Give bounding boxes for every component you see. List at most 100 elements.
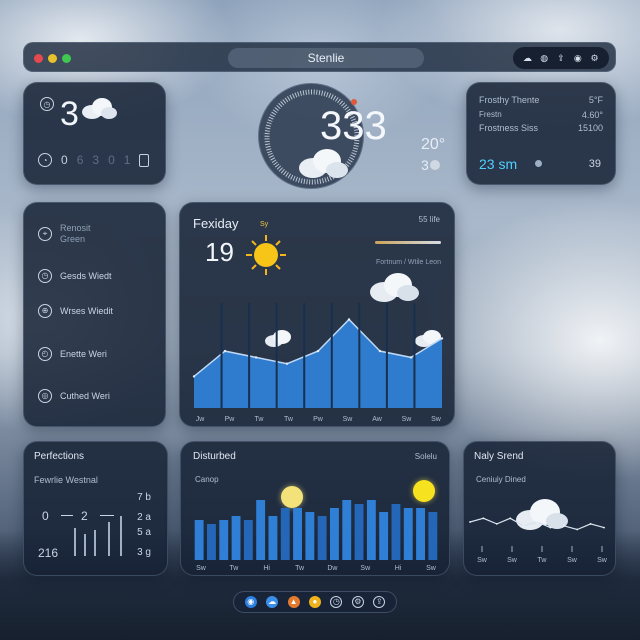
sun-icon (281, 486, 303, 508)
trend-x-label: Tw (538, 557, 548, 564)
forecast-x-label: Tw (255, 416, 265, 423)
cloud-icon (80, 95, 118, 121)
perf-bar (108, 522, 110, 556)
disturbed-bar (305, 512, 315, 560)
trend-point (495, 523, 498, 525)
perf-dash (100, 515, 114, 516)
stat-value-3: 15100 (577, 123, 603, 133)
perf-bar (74, 528, 76, 556)
sun-label: Sy (260, 221, 269, 228)
disturbed-x-label: Tw (229, 565, 239, 572)
globe-icon: ⊕ (38, 304, 52, 318)
sidebar-item-label: Renosit Green (60, 223, 91, 244)
minimize-window-button[interactable] (48, 54, 57, 63)
trend-point (469, 521, 471, 523)
dial-value: 333 (320, 104, 387, 148)
perf-bar (84, 534, 86, 556)
forecast-day: Fexiday (193, 216, 239, 231)
share-icon[interactable]: ⇪ (373, 596, 386, 608)
forecast-point (378, 349, 382, 353)
forecast-point (223, 349, 227, 353)
sun-icon (244, 233, 288, 282)
perf-dash (61, 515, 73, 516)
disturbed-bar (317, 516, 327, 560)
forecast-point (316, 349, 320, 353)
chat-icon[interactable]: ◍ (538, 53, 550, 64)
dock: ◉ ☁ ▲ ● ◷ ⚙ ⇪ (233, 591, 397, 613)
clock-icon[interactable]: ◷ (330, 596, 343, 608)
close-window-button[interactable] (34, 54, 43, 63)
forecast-panel: Fexiday 19 Sy 55 life Fortnum / Wtile Le… (179, 202, 455, 427)
perf-right-value-4: 3 g (137, 547, 151, 558)
sidebar-item-cuthed[interactable]: ◎ Cuthed Weri (38, 389, 110, 403)
forecast-point (347, 318, 351, 321)
sidebar-item-gesds[interactable]: ◷ Gesds Wiedt (38, 269, 112, 283)
weather-icon[interactable]: ☁ (266, 596, 279, 608)
trend-title: Naly Srend (474, 451, 524, 462)
window-title[interactable]: Stenlie (228, 48, 424, 68)
disturbed-bar (280, 508, 290, 560)
user-icon[interactable]: ◉ (572, 53, 584, 64)
disturbed-bar (256, 500, 266, 560)
trend-x-label: Sw (507, 557, 518, 564)
forecast-line (193, 318, 443, 377)
sun-icon[interactable]: ● (308, 596, 321, 608)
sidebar-item-label: Cuthed Weri (60, 391, 110, 401)
sidebar-item-wrses[interactable]: ⊕ Wrses Wiedit (38, 304, 113, 318)
forecast-x-label: Sw (402, 416, 413, 423)
trend-cloud-icon (514, 496, 570, 532)
disturbed-bar (391, 504, 401, 560)
disturbed-x-label: Sw (360, 565, 371, 572)
settings-icon[interactable]: ⚙ (351, 596, 364, 608)
clock-icon[interactable]: ◷ (40, 97, 54, 111)
disturbed-bar-chart: Sw Tw Hi Tw Dw Sw Hi Sw (194, 500, 438, 572)
disturbed-bar (379, 512, 389, 560)
forecast-point (285, 362, 289, 365)
forecast-point (409, 356, 413, 359)
perf-bar (120, 516, 122, 556)
forecast-point (254, 356, 258, 359)
sun-icon (413, 480, 435, 502)
perf-right-value-1: 7 b (137, 492, 151, 503)
disturbed-bar (268, 516, 278, 560)
stat-label-2: Frestn (479, 110, 502, 119)
trend-point (589, 523, 592, 525)
trend-point (509, 517, 512, 520)
timer-icon: ◴ (38, 347, 52, 361)
disturbed-subtitle: Canop (195, 475, 219, 484)
browser-icon[interactable]: ◉ (244, 596, 257, 608)
forecast-right-sub: Fortnum / Wtile Leon (376, 259, 441, 266)
battery-icon (139, 153, 150, 167)
sidebar-item-renosit[interactable]: ⌖ Renosit Green (38, 223, 91, 245)
trend-x-label: Sw (567, 557, 578, 564)
share-icon[interactable]: ⇪ (555, 53, 567, 64)
disturbed-bar (293, 508, 302, 560)
cloud-icon[interactable]: ☁ (521, 53, 533, 64)
trend-point (576, 528, 579, 531)
perfections-panel: Perfections Fewrlie Westnal 0 2 216 7 b … (23, 441, 168, 576)
disturbed-bar (354, 504, 364, 560)
meta-value-1: 0 (61, 153, 68, 167)
toolbar-icons: ☁ ◍ ⇪ ◉ ⚙ (513, 47, 609, 69)
perf-bar (94, 530, 96, 556)
gauge-icon[interactable]: ◔ (38, 153, 52, 167)
small-cloud-icon (414, 329, 444, 347)
forecast-x-label: Aw (372, 416, 383, 423)
trend-point (482, 517, 485, 520)
trend-x-label: Sw (597, 557, 608, 564)
disturbed-x-label: Hi (263, 565, 270, 572)
forecast-x-label: Tw (284, 416, 294, 423)
trend-x-label: Sw (477, 557, 488, 564)
meta-value-5: 1 (123, 153, 131, 167)
maximize-window-button[interactable] (62, 54, 71, 63)
sidebar-item-label: Gesds Wiedt (60, 271, 112, 281)
disturbed-bar (243, 520, 253, 560)
dial-cloud-icon (297, 146, 349, 180)
stat-label-1: Frosthy Thente (479, 95, 540, 105)
disturbed-bar (231, 516, 241, 560)
sidebar-item-enette[interactable]: ◴ Enette Weri (38, 347, 107, 361)
settings-icon[interactable]: ⚙ (589, 53, 601, 64)
window-title-bar: Stenlie ☁ ◍ ⇪ ◉ ⚙ (23, 42, 616, 72)
sidebar-item-label: Wrses Wiedit (60, 306, 113, 316)
maps-icon[interactable]: ▲ (287, 596, 300, 608)
